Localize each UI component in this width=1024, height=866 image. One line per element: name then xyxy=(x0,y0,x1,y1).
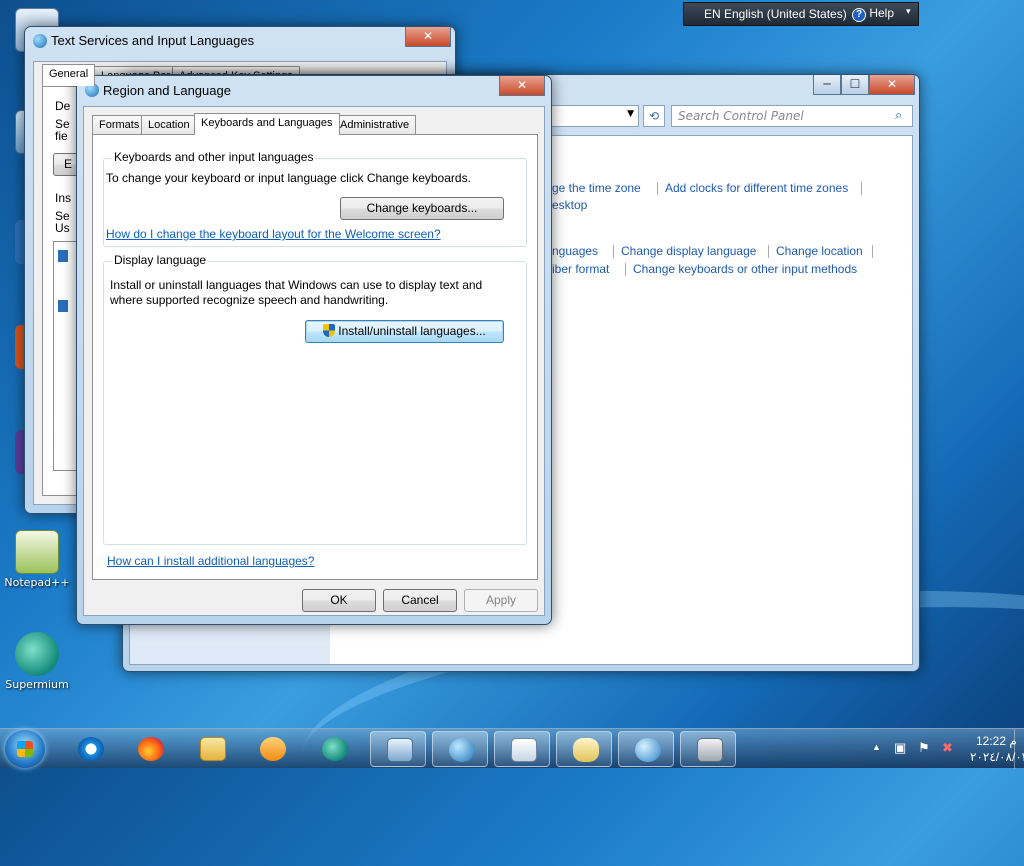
taskbar-date-time[interactable] xyxy=(494,731,550,767)
service-list-item[interactable] xyxy=(58,250,68,262)
firefox-icon xyxy=(138,737,164,761)
taskbar-device-manager[interactable] xyxy=(680,731,736,767)
install-uninstall-label: Install/uninstall languages... xyxy=(338,324,486,338)
number-format-link[interactable]: iber format xyxy=(552,262,609,276)
close-button[interactable]: ✕ xyxy=(499,76,545,96)
display-language-group-title: Display language xyxy=(112,253,209,267)
action-center-flag-icon[interactable]: ⚑ xyxy=(918,740,930,756)
internet-explorer-icon xyxy=(78,737,104,761)
change-time-zone-link[interactable]: ge the time zone xyxy=(552,181,641,195)
tab-formats[interactable]: Formats xyxy=(92,115,147,135)
ok-button[interactable]: OK xyxy=(302,589,376,612)
taskbar-region-language[interactable] xyxy=(432,731,488,767)
installed-services-label: Ins xyxy=(55,191,72,205)
region-language-dialog[interactable]: Region and Language ✕ Formats Location K… xyxy=(76,75,552,625)
taskbar-control-panel[interactable] xyxy=(370,731,426,767)
show-desktop-button[interactable] xyxy=(1014,729,1024,769)
maximize-button[interactable]: ☐ xyxy=(841,75,869,95)
taskbar: ▲ ▣ ⚑ ✖ 12:22 م ٢٠٢٤/٠٨/٠٢ xyxy=(0,728,1024,769)
change-display-language-link[interactable]: Change display language xyxy=(621,244,756,258)
system-tray: ▲ ▣ ⚑ ✖ 12:22 م ٢٠٢٤/٠٨/٠٢ xyxy=(824,729,1024,769)
service-list-item[interactable] xyxy=(58,300,68,312)
change-location-link[interactable]: Change location xyxy=(776,244,863,258)
taskbar-internet-explorer[interactable] xyxy=(62,731,118,767)
link-separator xyxy=(861,182,862,195)
input-language-indicator[interactable]: EN English (United States) xyxy=(704,7,847,21)
dialog-title: Region and Language xyxy=(103,83,231,98)
install-uninstall-languages-button[interactable]: Install/uninstall languages... xyxy=(305,320,504,343)
close-button[interactable]: ✕ xyxy=(869,75,915,95)
speech-icon xyxy=(573,738,599,762)
desktop-link[interactable]: esktop xyxy=(552,198,587,212)
display-language-description-2: where supported recognize speech and han… xyxy=(110,293,389,307)
windows-logo-icon xyxy=(17,741,33,757)
search-icon[interactable]: ⌕ xyxy=(895,108,902,123)
link-separator xyxy=(625,263,626,276)
uac-shield-icon xyxy=(323,324,336,337)
network-icon[interactable]: ▣ xyxy=(894,740,906,756)
desktop-icon-notepad-plus-plus[interactable]: Notepad++ xyxy=(2,530,72,589)
taskbar-firefox[interactable] xyxy=(122,731,178,767)
install-additional-languages-link[interactable]: How can I install additional languages? xyxy=(107,554,314,568)
taskbar-speech[interactable] xyxy=(556,731,612,767)
change-keyboards-button[interactable]: Change keyboards... xyxy=(340,197,504,220)
link-separator xyxy=(872,245,873,258)
address-dropdown-icon[interactable]: ▼ xyxy=(627,109,634,119)
help-button[interactable]: ? Help xyxy=(852,6,894,22)
window-title: Text Services and Input Languages xyxy=(51,33,255,48)
tab-keyboards-and-languages[interactable]: Keyboards and Languages xyxy=(194,113,340,135)
taskbar-media-player[interactable] xyxy=(244,731,300,767)
window-globe-icon xyxy=(33,34,47,48)
language-bar-options-icon[interactable]: ▾ xyxy=(906,6,911,17)
device-manager-icon xyxy=(697,738,723,762)
clock-time[interactable]: 12:22 م xyxy=(976,734,1017,748)
region-language-icon xyxy=(449,738,475,762)
taskbar-globe-clock[interactable] xyxy=(618,731,674,767)
desktop-icon-supermium[interactable]: Supermium xyxy=(2,632,72,691)
start-button[interactable] xyxy=(5,730,45,768)
dialog-client: Formats Location Keyboards and Languages… xyxy=(83,106,545,616)
date-time-icon xyxy=(511,738,537,762)
tab-location[interactable]: Location xyxy=(141,115,197,135)
change-keyboards-link[interactable]: Change keyboards or other input methods xyxy=(633,262,857,276)
link-separator xyxy=(768,245,769,258)
default-input-label: De xyxy=(55,99,71,113)
help-label: Help xyxy=(869,6,895,20)
cancel-button[interactable]: Cancel xyxy=(383,589,457,612)
refresh-button[interactable]: ⟲ xyxy=(643,105,665,127)
media-player-icon xyxy=(260,737,286,761)
file-explorer-icon xyxy=(200,737,226,761)
field-label: fie xyxy=(55,129,68,143)
notepad-plus-plus-icon xyxy=(15,530,59,574)
tab-general[interactable]: General xyxy=(42,64,96,86)
keyboards-group-title: Keyboards and other input languages xyxy=(112,150,316,164)
language-bar[interactable]: EN English (United States) ? Help ▾ xyxy=(683,2,919,26)
welcome-screen-layout-link[interactable]: How do I change the keyboard layout for … xyxy=(106,227,441,241)
show-hidden-icons-icon[interactable]: ▲ xyxy=(872,742,881,752)
help-icon: ? xyxy=(852,8,866,22)
volume-muted-icon[interactable]: ✖ xyxy=(942,740,953,756)
globe-clock-icon xyxy=(635,738,661,762)
control-panel-icon xyxy=(387,738,413,762)
supermium-icon xyxy=(15,632,59,676)
keyboards-description: To change your keyboard or input languag… xyxy=(106,171,471,185)
link-separator xyxy=(613,245,614,258)
supermium-icon xyxy=(322,737,348,761)
tab-administrative[interactable]: Administrative xyxy=(333,115,417,135)
link-separator xyxy=(657,182,658,195)
taskbar-file-explorer[interactable] xyxy=(184,731,240,767)
keyboards-group: Keyboards and other input languages To c… xyxy=(103,150,527,247)
keyboards-languages-panel: Keyboards and other input languages To c… xyxy=(92,134,538,580)
add-clocks-link[interactable]: Add clocks for different time zones xyxy=(665,181,848,195)
minimize-button[interactable]: ─ xyxy=(813,75,841,95)
search-input[interactable]: Search Control Panel xyxy=(671,105,913,127)
languages-link[interactable]: nguages xyxy=(552,244,598,258)
display-language-group: Display language Install or uninstall la… xyxy=(103,253,527,545)
apply-button[interactable]: Apply xyxy=(464,589,538,612)
display-language-description-1: Install or uninstall languages that Wind… xyxy=(110,278,483,292)
use-services-label: Us xyxy=(55,221,70,235)
taskbar-supermium[interactable] xyxy=(306,731,362,767)
close-button[interactable]: ✕ xyxy=(405,27,451,47)
